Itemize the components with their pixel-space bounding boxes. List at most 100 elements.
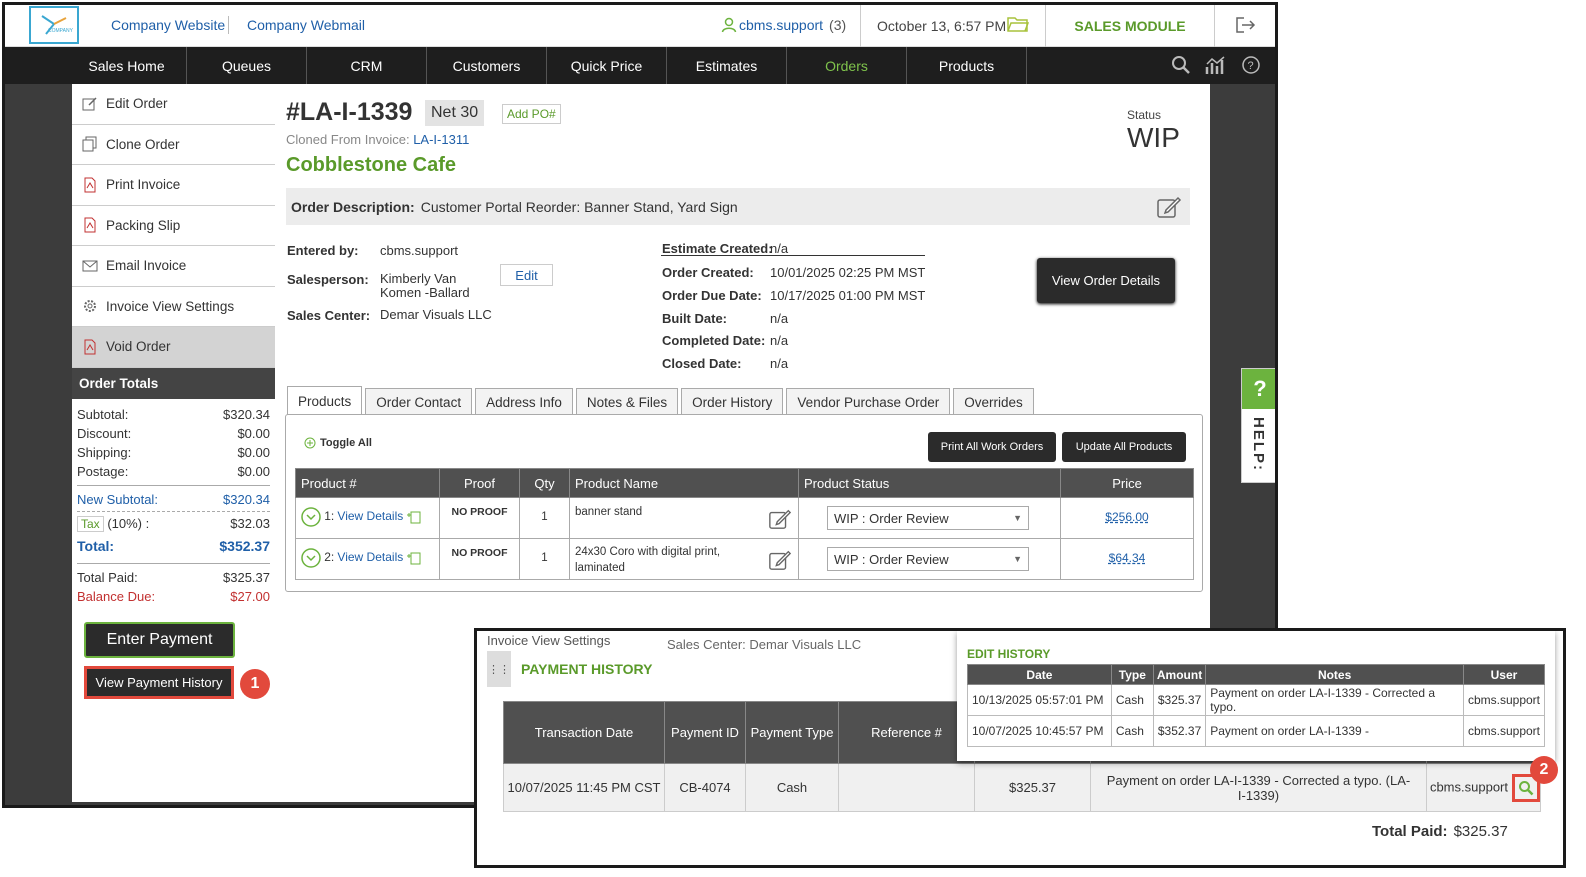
update-all-products-button[interactable]: Update All Products	[1062, 432, 1186, 462]
edit-history-table: Date Type Amount Notes User 10/13/2025 0…	[967, 664, 1546, 747]
gear-icon	[84, 300, 96, 313]
tab-order-history[interactable]: Order History	[681, 388, 784, 415]
work-order-icon[interactable]	[406, 552, 422, 565]
tab-order-contact[interactable]: Order Contact	[365, 388, 473, 415]
sales-module-label[interactable]: SALES MODULE	[1045, 5, 1215, 47]
nav-sales-home[interactable]: Sales Home	[67, 47, 187, 84]
edit-history-title: EDIT HISTORY	[967, 647, 1051, 661]
sidebar-item-label: Print Invoice	[106, 177, 181, 193]
expand-icon[interactable]	[301, 548, 321, 568]
column-header: Product Status	[798, 468, 1061, 498]
user-menu[interactable]: cbms.support (3)	[721, 17, 846, 33]
entered-by-value: cbms.support	[380, 243, 459, 258]
edit-icon[interactable]	[768, 548, 792, 577]
print-all-work-orders-button[interactable]: Print All Work Orders	[928, 432, 1056, 462]
company-logo[interactable]: COMPANY	[29, 6, 79, 44]
salesperson-value: Komen -Ballard	[380, 285, 470, 300]
tab-products[interactable]: Products	[287, 386, 363, 415]
edit-salesperson-button[interactable]: Edit	[500, 264, 553, 286]
order-totals-heading: Order Totals	[72, 367, 275, 399]
sidebar-edit-order[interactable]: Edit Order	[72, 84, 275, 125]
add-po-button[interactable]: Add PO#	[502, 104, 561, 124]
logout-icon[interactable]	[1235, 15, 1257, 38]
nav-queues[interactable]: Queues	[187, 47, 307, 84]
sidebar-clone-order[interactable]: Clone Order	[72, 124, 275, 165]
proof-status: NO PROOF	[439, 538, 520, 580]
sidebar-void-order[interactable]: Void Order	[72, 327, 275, 368]
entered-by-label: Entered by:	[287, 243, 359, 258]
step-badge-2: 2	[1530, 756, 1558, 784]
folder-icon[interactable]	[1007, 15, 1030, 36]
status-label: Status	[1127, 108, 1162, 122]
total-paid-row: Total Paid: $325.37	[77, 569, 270, 585]
nav-estimates[interactable]: Estimates	[667, 47, 787, 84]
tab-vendor-purchase-order[interactable]: Vendor Purchase Order	[786, 388, 951, 415]
price-link[interactable]: $64.34	[1109, 551, 1146, 565]
salesperson-label: Salesperson:	[287, 272, 369, 287]
total-paid: Total Paid: $325.37	[1372, 823, 1508, 840]
payment-history-modal: Invoice View Settings Sales Center: Dema…	[474, 628, 1566, 868]
edit-icon[interactable]	[768, 507, 792, 534]
date-value: 10/01/2025 02:25 PM MST	[770, 265, 926, 280]
help-circle-icon[interactable]: ?	[1241, 55, 1261, 78]
column-header: Amount	[1152, 664, 1207, 685]
order-tabs: Products Order Contact Address Info Note…	[287, 386, 1034, 415]
company-webmail-link[interactable]: Company Webmail	[247, 17, 365, 33]
company-website-link[interactable]: Company Website	[111, 17, 225, 33]
postage-row: Postage: $0.00	[77, 463, 270, 479]
discount-row: Discount: $0.00	[77, 425, 270, 441]
drag-handle-icon[interactable]: ⋮⋮	[487, 651, 511, 687]
view-payment-history-button[interactable]: View Payment History	[84, 666, 234, 699]
work-order-icon[interactable]	[406, 511, 422, 524]
tab-address-info[interactable]: Address Info	[475, 388, 573, 415]
order-sidebar: Edit Order Clone Order Print Invoice Pac…	[72, 84, 275, 802]
order-id: #LA-I-1339	[286, 98, 413, 126]
product-status-select[interactable]: WIP : Order Review ▼	[827, 547, 1029, 571]
enter-payment-button[interactable]: Enter Payment	[84, 622, 235, 658]
cloned-invoice-link[interactable]: LA-I-1311	[413, 132, 469, 147]
expand-icon[interactable]	[301, 507, 321, 527]
payment-notes: Payment on order LA-I-1339 - Corrected a…	[1090, 763, 1427, 812]
search-icon[interactable]	[1171, 55, 1191, 78]
chevron-down-icon: ▼	[1013, 513, 1022, 523]
help-tab[interactable]: ? HELP:	[1241, 368, 1275, 483]
envelope-icon	[82, 260, 98, 272]
customer-name[interactable]: Cobblestone Cafe	[286, 154, 456, 177]
table-row: 2: View Details NO PROOF 1 24x30 Coro wi…	[295, 538, 1194, 580]
edit-description-icon[interactable]	[1156, 194, 1182, 223]
tab-notes-files[interactable]: Notes & Files	[575, 388, 679, 415]
product-status-select[interactable]: WIP : Order Review ▼	[827, 506, 1029, 530]
pdf-icon	[84, 177, 96, 193]
table-row: 10/07/2025 11:45 PM CST CB-4074 Cash $32…	[503, 763, 1541, 812]
sidebar-email-invoice[interactable]: Email Invoice	[72, 246, 275, 287]
nav-orders[interactable]: Orders	[787, 47, 907, 84]
table-row: 10/07/2025 10:45:57 PM Cash $352.37 Payment…	[967, 715, 1546, 747]
cloned-from: Cloned From Invoice: LA-I-1311	[286, 132, 470, 147]
product-name: 24x30 Coro with digital print, laminated	[575, 546, 721, 574]
tax-label[interactable]: Tax	[77, 515, 104, 532]
date-value: n/a	[770, 356, 789, 371]
view-order-details-button[interactable]: View Order Details	[1037, 258, 1175, 303]
svg-text:?: ?	[1248, 60, 1254, 72]
nav-products[interactable]: Products	[907, 47, 1027, 84]
nav-customers[interactable]: Customers	[427, 47, 547, 84]
payment-id: CB-4074	[664, 763, 746, 812]
view-details-link[interactable]: View Details	[337, 550, 403, 564]
view-details-link[interactable]: View Details	[337, 509, 403, 523]
price-link[interactable]: $256.00	[1105, 510, 1148, 524]
toggle-all-button[interactable]: Toggle All	[304, 437, 372, 449]
date-label: Order Due Date:	[662, 288, 762, 303]
column-header: Qty	[519, 468, 570, 498]
sidebar-invoice-view-settings[interactable]: Invoice View Settings	[72, 286, 275, 327]
sidebar-packing-slip[interactable]: Packing Slip	[72, 205, 275, 246]
terms-badge: Net 30	[425, 100, 485, 126]
analytics-icon[interactable]	[1205, 55, 1227, 78]
products-panel: Toggle All Print All Work Orders Update …	[285, 414, 1203, 592]
sidebar-print-invoice[interactable]: Print Invoice	[72, 165, 275, 206]
nav-crm[interactable]: CRM	[307, 47, 427, 84]
date-label: Completed Date:	[662, 333, 766, 348]
tab-overrides[interactable]: Overrides	[953, 388, 1034, 415]
quantity: 1	[519, 538, 570, 580]
svg-text:COMPANY: COMPANY	[48, 28, 74, 34]
nav-quick-price[interactable]: Quick Price	[547, 47, 667, 84]
